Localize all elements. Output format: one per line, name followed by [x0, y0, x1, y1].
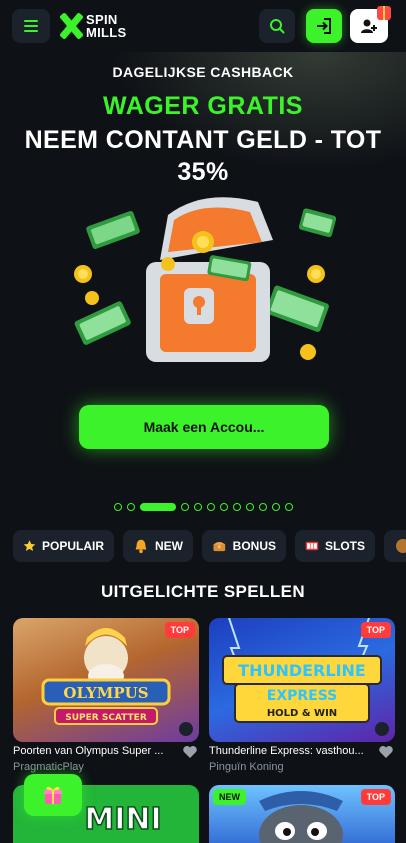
game-title[interactable]: Poorten van Olympus Super ... [13, 745, 183, 757]
add-user-icon [361, 19, 377, 33]
top-header: SPIN MILLS [0, 0, 406, 52]
promo-banner[interactable]: DAGELIJKSE CASHBACK WAGER GRATIS NEEM CO… [0, 52, 406, 528]
category-more[interactable] [384, 530, 406, 562]
section-title: UITGELICHTE SPELLEN [100, 582, 306, 601]
create-account-button[interactable]: Maak een Accou... [79, 405, 329, 449]
category-label: POPULAIR [41, 539, 104, 553]
category-bonus[interactable]: BONUS [202, 530, 286, 562]
carousel-dot[interactable] [245, 503, 254, 511]
game-card[interactable]: NEW TOP [209, 785, 395, 843]
hamburger-icon [24, 20, 38, 22]
svg-text:OLYMPUS: OLYMPUS [63, 684, 148, 702]
banner-label: DAGELIJKSE CASHBACK [112, 64, 294, 80]
game-card[interactable]: THUNDERLINE EXPRESS HOLD & WIN TOP [209, 618, 395, 742]
banner-headline: WAGER GRATIS [103, 92, 303, 120]
category-popular[interactable]: POPULAIR [13, 530, 114, 562]
logo[interactable]: SPIN MILLS [58, 8, 127, 44]
top-badge: TOP [360, 622, 391, 638]
carousel-dot[interactable] [258, 503, 267, 511]
treasure-icon [213, 541, 226, 552]
provider-badge-icon [375, 722, 389, 736]
treasure-chest-image [74, 197, 337, 362]
game-title[interactable]: Thunderline Express: vasthou... [209, 745, 379, 757]
heart-icon[interactable] [182, 744, 198, 760]
game-card[interactable]: OLYMPUS SUPER SCATTER TOP [13, 618, 199, 742]
category-bar: POPULAIR NEW BONUS SLOTS [0, 530, 406, 566]
search-icon [270, 19, 285, 34]
game-provider: Pinguïn Koning [209, 761, 284, 773]
svg-text:MINI: MINI [84, 802, 161, 837]
carousel-dot[interactable] [232, 503, 241, 511]
svg-text:EXPRESS: EXPRESS [267, 688, 338, 704]
game-provider: PragmaticPlay [13, 761, 84, 773]
heart-icon[interactable] [378, 744, 394, 760]
category-slots[interactable]: SLOTS [295, 530, 375, 562]
gift-badge-icon [377, 6, 391, 20]
svg-text:THUNDERLINE: THUNDERLINE [238, 661, 366, 680]
logo-line-2: MILLS [86, 25, 127, 40]
new-badge: NEW [213, 789, 246, 805]
carousel-dot[interactable] [193, 503, 202, 511]
register-button[interactable] [350, 6, 391, 43]
slot-reels-icon [305, 541, 319, 551]
pragmatic-badge-icon [179, 722, 193, 736]
carousel-dot[interactable] [126, 503, 135, 511]
carousel-dot[interactable] [219, 503, 228, 511]
carousel-pagination [0, 503, 406, 511]
search-button[interactable] [259, 9, 295, 43]
logo-x-icon [58, 11, 84, 41]
top-badge: TOP [164, 622, 195, 638]
star-icon [23, 540, 36, 552]
gift-icon [44, 786, 62, 804]
bell-icon [135, 539, 147, 554]
top-badge: TOP [360, 789, 391, 805]
category-new[interactable]: NEW [123, 530, 193, 562]
category-label: BONUS [232, 539, 276, 553]
carousel-dot[interactable] [206, 503, 215, 511]
category-label: SLOTS [324, 539, 365, 553]
carousel-dot[interactable] [113, 503, 122, 511]
banner-subline: NEEM CONTANT GELD - TOT 35% [24, 126, 382, 186]
svg-text:SUPER SCATTER: SUPER SCATTER [65, 713, 147, 723]
floating-gift-button[interactable] [24, 774, 82, 816]
category-icon [396, 539, 406, 553]
menu-button[interactable] [12, 9, 50, 43]
carousel-dot[interactable] [139, 503, 176, 511]
login-icon [317, 18, 331, 34]
login-button[interactable] [306, 9, 342, 43]
carousel-dot[interactable] [271, 503, 280, 511]
carousel-dot[interactable] [180, 503, 189, 511]
carousel-dot[interactable] [284, 503, 293, 511]
category-label: NEW [155, 539, 183, 553]
svg-text:HOLD & WIN: HOLD & WIN [267, 708, 337, 719]
